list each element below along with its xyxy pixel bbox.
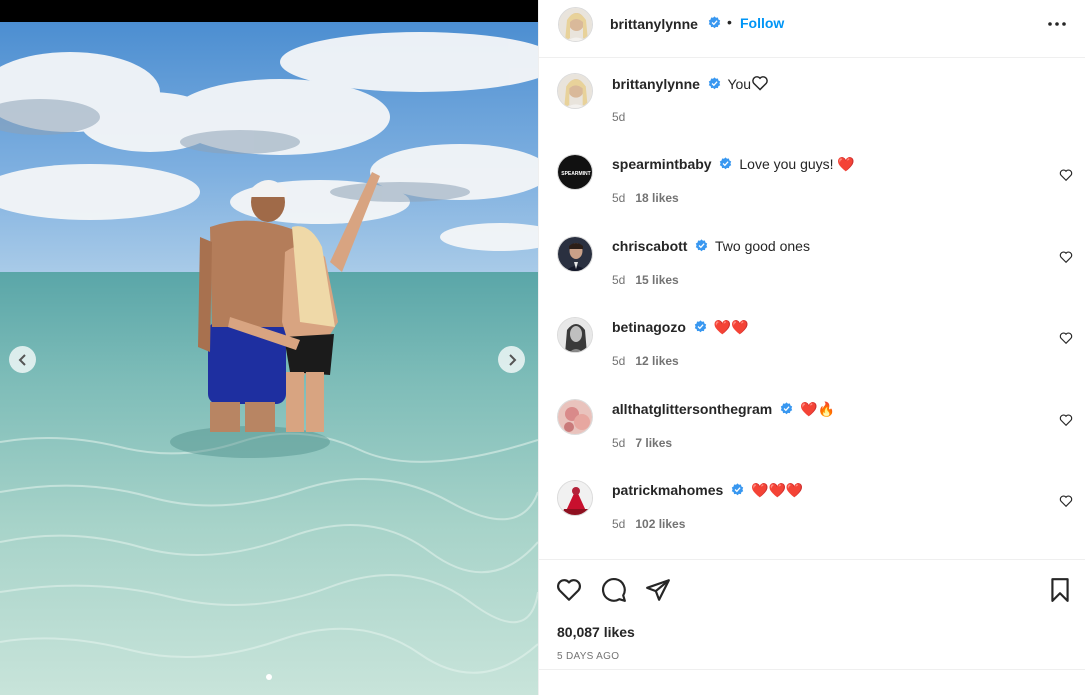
previous-slide-button[interactable]: [9, 346, 36, 373]
comment-item: betinagozo ❤️❤️ 5d 12 likes: [539, 317, 1085, 387]
commenter-avatar[interactable]: [557, 480, 593, 516]
comment-likes[interactable]: 15 likes: [635, 273, 678, 287]
comment-likes[interactable]: 12 likes: [635, 354, 678, 368]
spearmint-logo-text: SPEARMINT: [561, 171, 590, 177]
verified-badge-icon: [708, 16, 721, 29]
commenter-avatar[interactable]: SPEARMINT: [557, 154, 593, 190]
comment-line: allthatglittersonthegram ❤️🔥: [612, 401, 835, 418]
comment-time: 5d: [612, 191, 626, 205]
next-slide-button[interactable]: [498, 346, 525, 373]
caption-avatar[interactable]: [557, 73, 593, 109]
comment-meta: 5d 102 likes: [612, 517, 685, 531]
share-paper-plane-icon[interactable]: [645, 577, 671, 603]
author-username[interactable]: brittanylynne: [610, 16, 698, 32]
comment-text: Love you guys! ❤️: [739, 156, 855, 172]
comment-text: Two good ones: [715, 238, 810, 254]
caption-meta: 5d: [612, 110, 625, 124]
caption-line: brittanylynne You: [612, 75, 769, 92]
add-comment-area: [539, 669, 1085, 695]
comment-username[interactable]: patrickmahomes: [612, 482, 723, 498]
spearmint-logo-avatar: SPEARMINT: [558, 155, 592, 189]
caption-time: 5d: [612, 110, 626, 124]
pink-photo-avatar: [558, 400, 592, 434]
comment-item: SPEARMINT spearmintbaby Love you guys! ❤…: [539, 154, 1085, 224]
comment-time: 5d: [612, 517, 626, 531]
like-comment-heart-icon[interactable]: [1059, 413, 1073, 427]
caption-avatar-image: [558, 74, 592, 108]
comment-text: ❤️❤️❤️: [751, 482, 804, 498]
commenter-avatar[interactable]: [557, 236, 593, 272]
comment-meta: 5d 7 likes: [612, 436, 672, 450]
post-photo[interactable]: [0, 22, 538, 695]
comment-likes[interactable]: 7 likes: [635, 436, 672, 450]
man-suit-avatar: [558, 237, 592, 271]
verified-badge-icon: [720, 157, 732, 170]
comment-meta: 5d 18 likes: [612, 191, 679, 205]
woman-bw-avatar: [558, 318, 592, 352]
comment-username[interactable]: chriscabott: [612, 238, 687, 254]
comment-item: allthatglittersonthegram ❤️🔥 5d 7 likes: [539, 399, 1085, 469]
carousel-dot: [266, 674, 272, 680]
comment-item: chriscabott Two good ones 5d 15 likes: [539, 236, 1085, 306]
verified-badge-icon: [731, 483, 744, 496]
comments-list: brittanylynne You 5d SPEARMINT spearmint…: [539, 59, 1085, 559]
verified-badge-icon: [696, 239, 708, 252]
commenter-avatar[interactable]: [557, 317, 593, 353]
beach-photo: [0, 22, 538, 695]
comment-time: 5d: [612, 354, 626, 368]
post-actions: 80,087 likes 5 DAYS AGO: [539, 559, 1085, 669]
carousel-indicator: [0, 674, 538, 680]
comment-line: spearmintbaby Love you guys! ❤️: [612, 156, 855, 173]
author-avatar-image: [559, 8, 592, 41]
comment-username[interactable]: spearmintbaby: [612, 156, 712, 172]
comment-text: ❤️❤️: [713, 319, 749, 335]
more-options-icon[interactable]: [1047, 16, 1067, 32]
red-action-avatar: [558, 481, 592, 515]
comment-likes[interactable]: 18 likes: [635, 191, 678, 205]
post-side-panel: brittanylynne • Follow brittanylynne You…: [538, 0, 1085, 695]
comment-username[interactable]: betinagozo: [612, 319, 686, 335]
verified-badge-icon: [780, 402, 793, 415]
caption-text: You: [727, 76, 752, 92]
post-media: [0, 0, 538, 695]
media-top-bar: [0, 0, 538, 22]
author-avatar[interactable]: [558, 7, 593, 42]
like-comment-heart-icon[interactable]: [1059, 331, 1073, 345]
post-header: brittanylynne • Follow: [539, 0, 1085, 58]
comment-bubble-icon[interactable]: [601, 577, 627, 603]
post-caption: brittanylynne You 5d: [539, 73, 1085, 143]
comment-meta: 5d 12 likes: [612, 354, 679, 368]
comment-item: patrickmahomes ❤️❤️❤️ 5d 102 likes: [539, 480, 1085, 550]
verified-badge-icon: [694, 320, 706, 333]
comment-line: chriscabott Two good ones: [612, 238, 810, 254]
header-separator: •: [727, 14, 732, 30]
comment-username[interactable]: allthatglittersonthegram: [612, 401, 772, 417]
comment-time: 5d: [612, 436, 626, 450]
chevron-left-icon: [18, 353, 26, 366]
comment-line: patrickmahomes ❤️❤️❤️: [612, 482, 803, 499]
post-timestamp: 5 DAYS AGO: [557, 651, 620, 662]
comment-line: betinagozo ❤️❤️: [612, 319, 749, 336]
like-comment-heart-icon[interactable]: [1059, 168, 1073, 182]
verified-badge-icon: [708, 77, 720, 90]
caption-username[interactable]: brittanylynne: [612, 76, 700, 92]
post-like-count[interactable]: 80,087 likes: [557, 624, 635, 640]
comment-time: 5d: [612, 273, 626, 287]
like-comment-heart-icon[interactable]: [1059, 494, 1073, 508]
like-comment-heart-icon[interactable]: [1059, 250, 1073, 264]
like-heart-icon[interactable]: [556, 577, 582, 603]
comment-text: ❤️🔥: [800, 401, 835, 417]
chevron-right-icon: [508, 353, 516, 366]
comment-meta: 5d 15 likes: [612, 273, 679, 287]
commenter-avatar[interactable]: [557, 399, 593, 435]
comment-likes[interactable]: 102 likes: [635, 517, 685, 531]
white-heart-icon: [752, 76, 768, 91]
save-bookmark-icon[interactable]: [1047, 577, 1073, 603]
follow-button[interactable]: Follow: [740, 15, 784, 31]
